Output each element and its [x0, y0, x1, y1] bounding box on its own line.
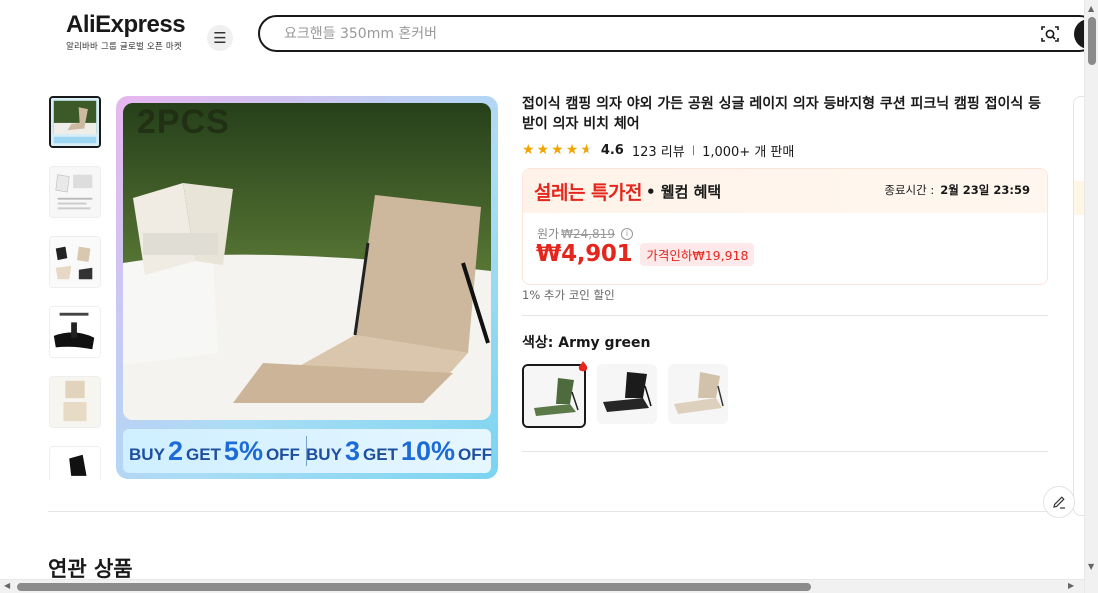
scroll-down-icon[interactable]: ▼ [1088, 562, 1094, 571]
thumbnail-item[interactable] [49, 376, 101, 428]
menu-button[interactable]: ☰ [207, 25, 233, 51]
thumbnail-image [50, 167, 100, 217]
aliexpress-logo[interactable]: AliExpress 알리바바 그룹 글로벌 오픈 마켓 [66, 11, 186, 53]
color-label: 색상: Army green [522, 332, 650, 352]
side-panel [1073, 96, 1085, 516]
image-search-icon[interactable] [1040, 24, 1060, 44]
half-star-icon: ★ [580, 142, 593, 158]
divider [522, 315, 1048, 316]
color-swatches [522, 364, 728, 428]
promo-left: BUY 2 GET 5% OFF [123, 436, 306, 467]
army-green-chair-image [524, 366, 584, 426]
separator: | [691, 144, 696, 156]
end-value: 2월 23일 23:59 [940, 183, 1030, 197]
main-product-image[interactable]: 2PCS BUY 2 GET 5% OFF BUY 3 GET 10% OFF [116, 96, 498, 479]
scrollbar-thumb[interactable] [17, 583, 811, 591]
original-price: ₩24,819 [561, 226, 615, 241]
sold-count: 1,000+ 개 판매 [702, 144, 795, 160]
horizontal-scrollbar[interactable]: ◀ ▶ [0, 579, 1084, 593]
promo-buy: BUY [129, 444, 165, 464]
color-label-prefix: 색상: [522, 335, 559, 351]
swatch-black[interactable] [597, 364, 657, 424]
promo-title: 설레는 특가전 [534, 181, 643, 204]
product-photo: 2PCS [123, 103, 491, 420]
search-bar [258, 15, 1098, 52]
header: AliExpress 알리바바 그룹 글로벌 오픈 마켓 ☰ [0, 0, 1098, 70]
black-chair-image [597, 364, 657, 424]
thumbnail-item[interactable] [49, 306, 101, 358]
star-icon: ★ [551, 142, 564, 158]
swatch-army-green[interactable] [522, 364, 586, 428]
divider [522, 451, 1048, 452]
thumbnail-item[interactable] [49, 236, 101, 288]
price-box: 설레는 특가전 • 웰컴 혜택 종료시간 : 2월 23일 23:59 원가 ₩2… [522, 168, 1048, 285]
vertical-scrollbar[interactable]: ▲ ▼ [1084, 0, 1098, 593]
thumbnail-image [50, 237, 100, 287]
thumbnail-item[interactable] [49, 446, 101, 480]
discount-badge: 가격인하₩19,918 [640, 242, 755, 266]
thumbnail-item[interactable] [49, 96, 101, 148]
promo-bar: 설레는 특가전 • 웰컴 혜택 종료시간 : 2월 23일 23:59 [523, 169, 1047, 213]
thumbnail-item[interactable] [49, 166, 101, 218]
promo-qty: 3 [344, 435, 360, 466]
scroll-right-icon[interactable]: ▶ [1068, 581, 1074, 590]
promo-pct: 5% [223, 435, 263, 466]
info-icon[interactable]: i [620, 227, 633, 240]
promo-off: OFF [457, 444, 492, 464]
coin-discount-note: 1% 추가 코인 할인 [522, 288, 615, 302]
review-count[interactable]: 123 리뷰 [632, 141, 685, 160]
thumbnail-image [50, 307, 100, 357]
promo-get: GET [362, 444, 398, 464]
scrollbar-thumb[interactable] [1088, 17, 1096, 65]
thumbnail-list [49, 96, 101, 480]
promo-buy: BUY [306, 444, 342, 464]
pack-count-overlay: 2PCS [137, 103, 230, 141]
search-input[interactable] [284, 24, 984, 44]
rating-value: 4.6 [600, 142, 624, 158]
promo-off: OFF [265, 444, 300, 464]
promo-right: BUY 3 GET 10% OFF [306, 435, 492, 467]
promo-end-time: 종료시간 : 2월 23일 23:59 [884, 182, 1030, 198]
selected-color: Army green [558, 335, 651, 351]
star-rating: ★ ★ ★ ★ ★ [522, 143, 593, 157]
hamburger-icon: ☰ [213, 29, 227, 47]
promo-banner: BUY 2 GET 5% OFF BUY 3 GET 10% OFF [123, 429, 492, 473]
star-icon: ★ [565, 142, 579, 158]
pencil-icon [1053, 496, 1065, 509]
logo-subtitle: 알리바바 그룹 글로벌 오픈 마켓 [66, 42, 182, 52]
thumbnail-image [50, 447, 100, 480]
promo-pct: 10% [400, 435, 455, 466]
product-title: 접이식 캠핑 의자 야외 가든 공원 싱글 레이지 의자 등바지형 쿠션 피크닉… [522, 96, 1042, 132]
divider [48, 511, 1048, 512]
star-icon: ★ [536, 142, 550, 158]
original-price-row: 원가 ₩24,819 i [537, 225, 633, 242]
khaki-chair-image [668, 364, 728, 424]
scroll-left-icon[interactable]: ◀ [4, 581, 10, 590]
promo-subtitle: • 웰컴 혜택 [646, 182, 722, 201]
rating-row: ★ ★ ★ ★ ★ 4.6 123 리뷰 | 1,000+ 개 판매 [522, 141, 795, 160]
logo-text: AliExpress [66, 11, 186, 38]
price-row: ₩4,901 가격인하₩19,918 [536, 241, 755, 267]
camping-chair-illustration [123, 103, 491, 420]
hot-fire-icon [578, 361, 588, 372]
swatch-khaki[interactable] [668, 364, 728, 424]
thumbnail-image [50, 377, 100, 427]
end-label: 종료시간 : [884, 183, 935, 197]
promo-qty: 2 [167, 435, 183, 466]
edit-button[interactable] [1043, 486, 1075, 518]
promo-get: GET [185, 444, 221, 464]
thumbnail-image [51, 98, 99, 146]
original-label: 원가 [537, 227, 560, 241]
star-icon: ★ [522, 142, 535, 158]
current-price: ₩4,901 [536, 241, 633, 267]
scroll-up-icon[interactable]: ▲ [1088, 4, 1094, 13]
